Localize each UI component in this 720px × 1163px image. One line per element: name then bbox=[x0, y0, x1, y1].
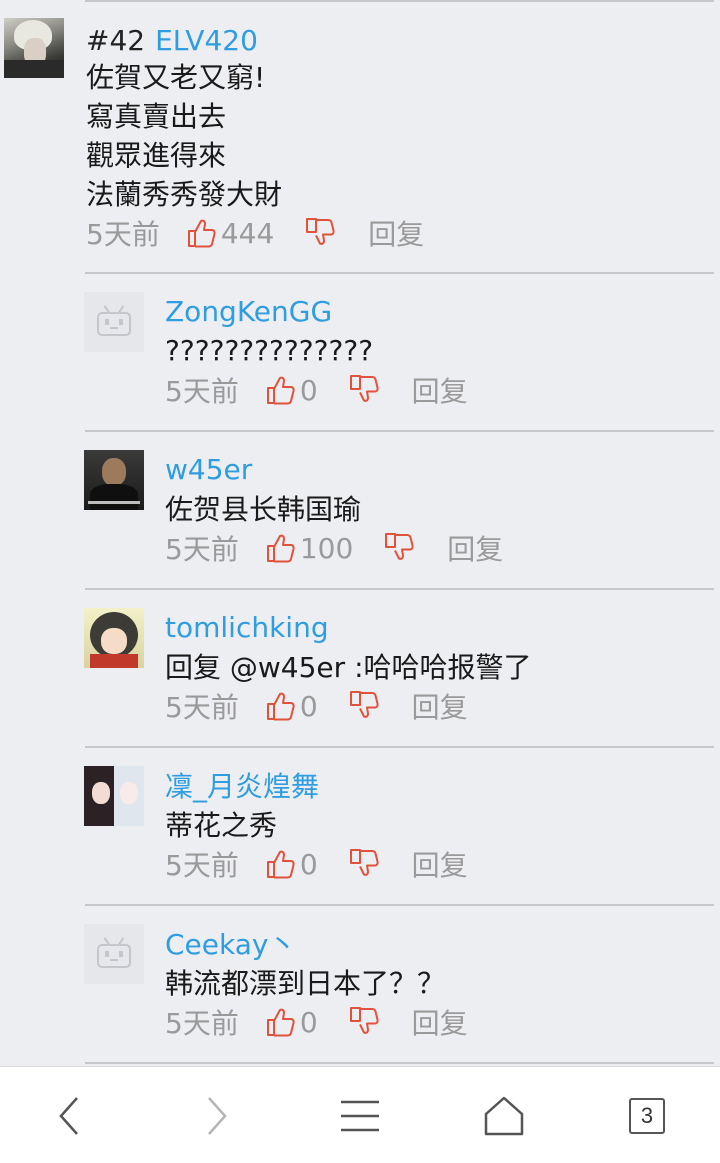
menu-icon bbox=[341, 1100, 379, 1132]
reply-meta: 5天前 100 回复 bbox=[165, 528, 503, 568]
like-count: 100 bbox=[299, 531, 354, 565]
comment-meta: 5天前 444 回复 bbox=[86, 213, 424, 253]
like-count: 0 bbox=[299, 373, 318, 407]
like-button[interactable]: 444 bbox=[186, 217, 274, 250]
dislike-button[interactable] bbox=[348, 848, 380, 880]
reply-meta: 5天前 0 回复 bbox=[165, 370, 468, 410]
username-link[interactable]: 凜_月炎煌舞 bbox=[165, 765, 319, 805]
thumb-down-icon bbox=[306, 218, 335, 245]
reply-meta: 5天前 0 回复 bbox=[165, 1002, 468, 1042]
anime-girl-avatar[interactable] bbox=[84, 608, 144, 668]
thumb-up-icon bbox=[266, 534, 295, 563]
timestamp: 5天前 bbox=[86, 218, 160, 251]
reply-item: 凜_月炎煌舞 蒂花之秀 5天前 0 回复 bbox=[0, 748, 720, 906]
like-count: 0 bbox=[299, 689, 318, 723]
tabs-icon: 3 bbox=[629, 1098, 665, 1134]
default-tv-avatar[interactable] bbox=[84, 924, 144, 984]
timestamp: 5天前 bbox=[165, 691, 239, 724]
username-link[interactable]: Ceekay丶 bbox=[165, 923, 296, 963]
reply-button[interactable]: 回复 bbox=[412, 686, 468, 726]
back-arrow-icon bbox=[59, 1097, 78, 1135]
reply-text: ?????????????? bbox=[165, 333, 374, 367]
reply-item: ZongKenGG ?????????????? 5天前 0 回复 bbox=[0, 274, 720, 432]
default-tv-avatar[interactable] bbox=[84, 292, 144, 352]
username-link[interactable]: w45er bbox=[165, 449, 252, 489]
reply-button[interactable]: 回复 bbox=[412, 1002, 468, 1042]
thumb-up-icon bbox=[187, 219, 216, 248]
dislike-button[interactable] bbox=[348, 1006, 380, 1038]
home-icon bbox=[484, 1096, 524, 1136]
thumb-up-icon bbox=[266, 1008, 295, 1037]
thumb-up-icon bbox=[266, 692, 295, 721]
username-link[interactable]: ZongKenGG bbox=[165, 291, 332, 331]
reply-meta: 5天前 0 回复 bbox=[165, 844, 468, 884]
like-count: 444 bbox=[220, 216, 275, 250]
dislike-button[interactable] bbox=[348, 374, 380, 406]
comment-header: #42 ELV420 bbox=[86, 20, 258, 60]
home-button[interactable] bbox=[479, 1091, 529, 1141]
menu-button[interactable] bbox=[335, 1091, 385, 1141]
forward-button[interactable] bbox=[191, 1091, 241, 1141]
thumb-down-icon bbox=[349, 849, 379, 876]
dislike-button[interactable] bbox=[383, 532, 415, 564]
thumb-down-icon bbox=[349, 691, 379, 718]
user-avatar[interactable] bbox=[4, 18, 64, 78]
anime-duo-avatar[interactable] bbox=[84, 766, 144, 826]
thumb-up-icon bbox=[266, 376, 295, 405]
back-button[interactable] bbox=[45, 1091, 95, 1141]
dislike-button[interactable] bbox=[304, 217, 336, 249]
reply-meta: 5天前 0 回复 bbox=[165, 686, 468, 726]
comment-text: 佐賀又老又窮! 寫真賣出去 觀眾進得來 法蘭秀秀發大財 bbox=[86, 61, 283, 211]
like-button[interactable]: 0 bbox=[265, 374, 318, 407]
reply-text: 韩流都漂到日本了？？ bbox=[165, 967, 446, 1000]
thumb-down-icon bbox=[349, 1007, 379, 1034]
timestamp: 5天前 bbox=[165, 849, 239, 882]
username-link[interactable]: tomlichking bbox=[165, 607, 329, 647]
tabs-button[interactable]: 3 bbox=[622, 1091, 672, 1141]
thumb-down-icon bbox=[385, 533, 414, 560]
like-count: 0 bbox=[299, 847, 318, 881]
man-photo-avatar[interactable] bbox=[84, 450, 144, 510]
reply-item: w45er 佐贺县长韩国瑜 5天前 100 回复 bbox=[0, 432, 720, 590]
reply-text: 蒂花之秀 bbox=[165, 809, 278, 842]
reply-button[interactable]: 回复 bbox=[412, 844, 468, 884]
browser-bottom-nav: 3 bbox=[0, 1066, 720, 1163]
reply-button[interactable]: 回复 bbox=[368, 213, 424, 253]
username-link[interactable]: ELV420 bbox=[155, 24, 258, 57]
like-button[interactable]: 100 bbox=[265, 532, 353, 565]
floor-number: #42 bbox=[86, 23, 146, 57]
dislike-button[interactable] bbox=[348, 690, 380, 722]
like-button[interactable]: 0 bbox=[265, 1006, 318, 1039]
reply-item: tomlichking 回复 @w45er :哈哈哈报警了 5天前 0 回复 bbox=[0, 590, 720, 748]
like-button[interactable]: 0 bbox=[265, 690, 318, 723]
timestamp: 5天前 bbox=[165, 375, 239, 408]
timestamp: 5天前 bbox=[165, 1007, 239, 1040]
reply-button[interactable]: 回复 bbox=[447, 528, 503, 568]
timestamp: 5天前 bbox=[165, 533, 239, 566]
divider bbox=[85, 1062, 714, 1064]
reply-item: Ceekay丶 韩流都漂到日本了？？ 5天前 0 回复 bbox=[0, 906, 720, 1064]
thumb-up-icon bbox=[266, 850, 295, 879]
thumb-down-icon bbox=[349, 375, 379, 402]
reply-text: 回复 @w45er :哈哈哈报警了 bbox=[165, 651, 532, 684]
main-comment: #42 ELV420 佐賀又老又窮! 寫真賣出去 觀眾進得來 法蘭秀秀發大財 5… bbox=[0, 0, 720, 275]
comment-feed: #42 ELV420 佐賀又老又窮! 寫真賣出去 觀眾進得來 法蘭秀秀發大財 5… bbox=[0, 0, 720, 1065]
like-button[interactable]: 0 bbox=[265, 848, 318, 881]
reply-button[interactable]: 回复 bbox=[412, 370, 468, 410]
like-count: 0 bbox=[299, 1005, 318, 1039]
forward-arrow-icon bbox=[208, 1097, 227, 1135]
reply-text: 佐贺县长韩国瑜 bbox=[165, 493, 362, 526]
